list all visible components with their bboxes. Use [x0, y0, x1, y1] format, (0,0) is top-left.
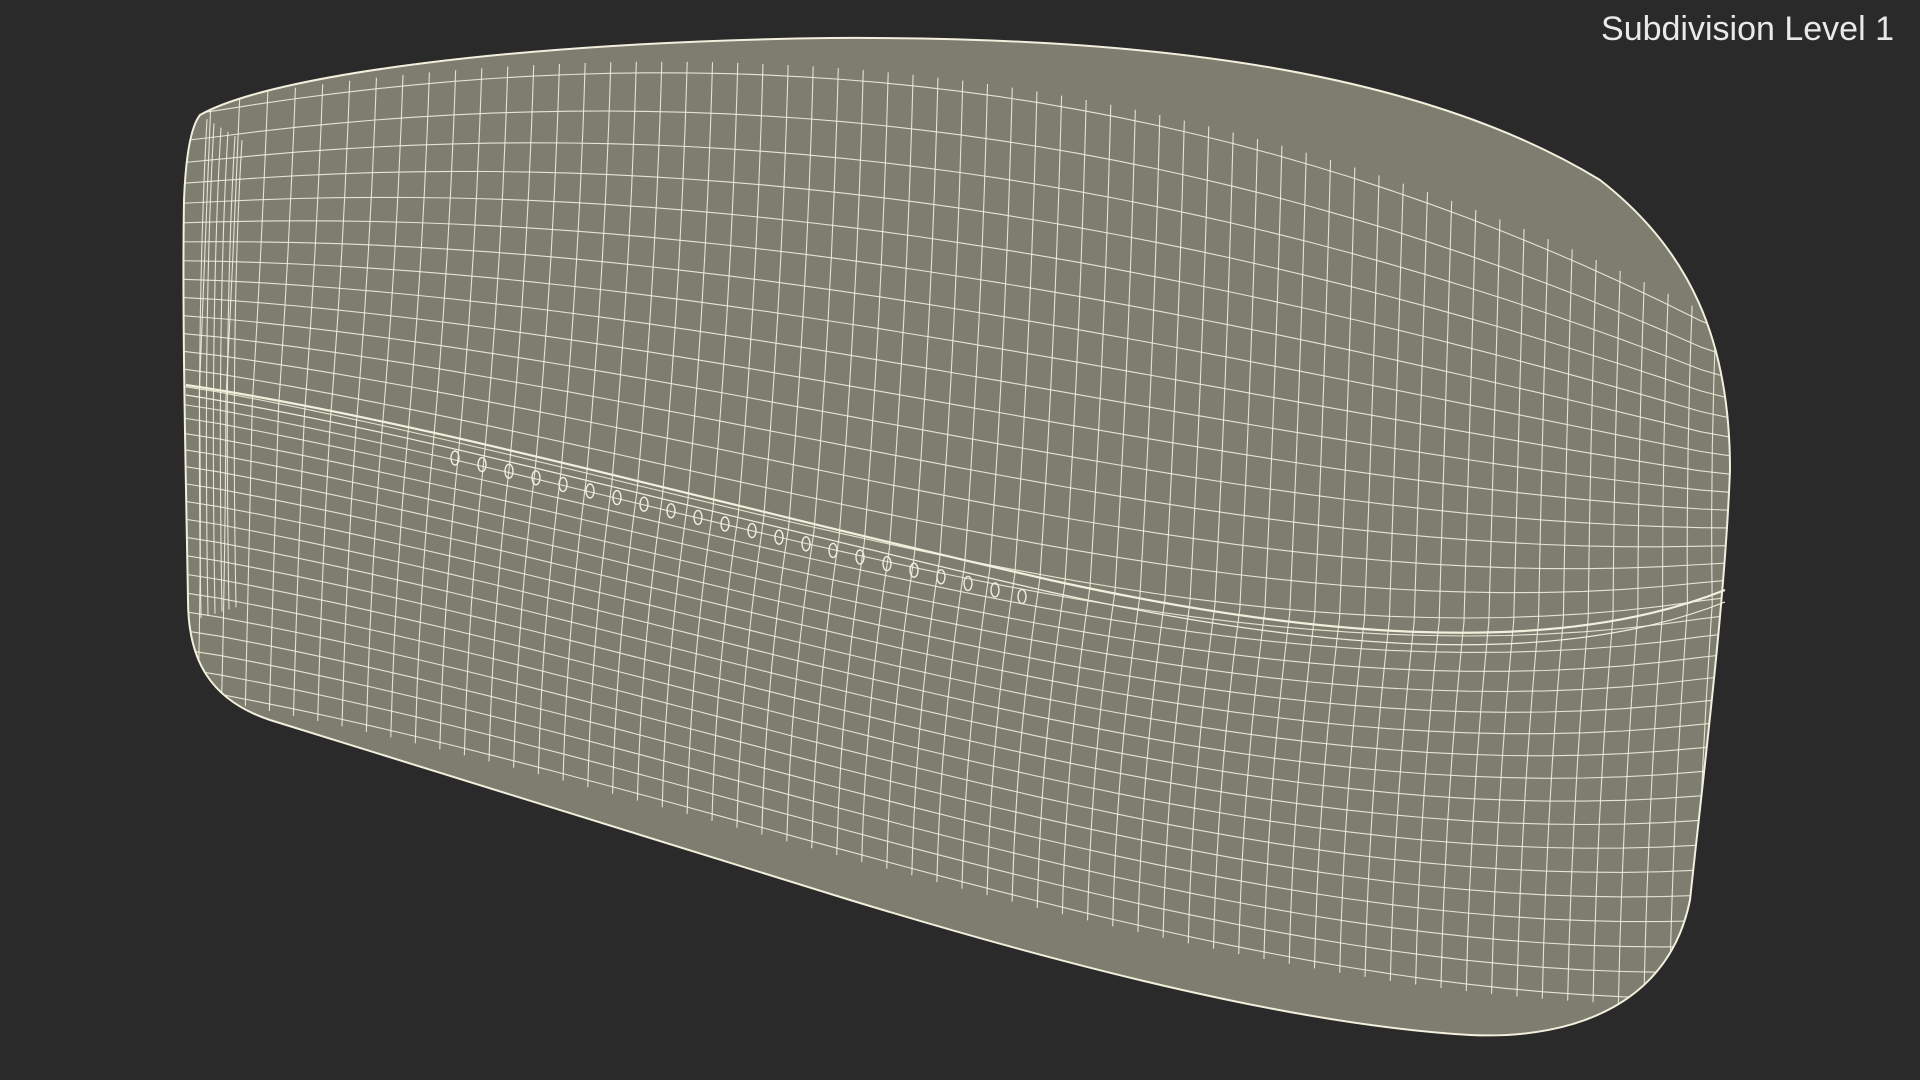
subdivision-level-label: Subdivision Level 1: [1601, 10, 1894, 48]
mesh-edge-vertical: [172, 105, 180, 695]
wireframe-model: [172, 36, 1732, 1037]
3d-viewport[interactable]: Subdivision Level 1: [0, 0, 1920, 1080]
case-body: [182, 36, 1732, 1037]
